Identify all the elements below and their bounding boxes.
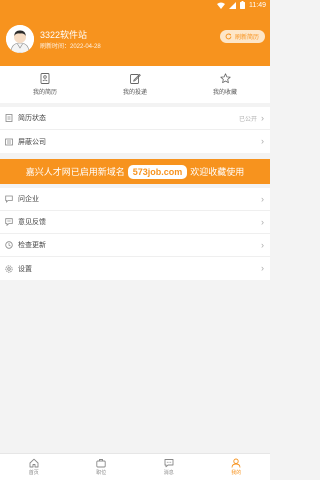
chevron-right-icon: › (261, 193, 264, 204)
user-name: 3322软件站 (40, 30, 88, 40)
row-resume-status[interactable]: 简历状态 已公开 › (0, 107, 270, 130)
row-check-update[interactable]: 检查更新 › (0, 234, 270, 257)
chevron-right-icon: › (261, 216, 264, 227)
chevron-right-icon: › (261, 239, 264, 250)
quick-link-applications-label: 我的投递 (122, 90, 147, 96)
refresh-icon (225, 33, 232, 40)
resume-status-value: 已公开 (238, 116, 257, 123)
quick-link-applications[interactable]: 我的投递 (90, 66, 180, 103)
chevron-right-icon: › (261, 112, 264, 123)
battery-icon (240, 1, 245, 9)
avatar[interactable] (6, 25, 34, 53)
tab-mine-label: 我的 (231, 470, 242, 476)
quick-link-resume[interactable]: 我的简历 (0, 66, 90, 103)
tab-home-label: 首页 (28, 470, 39, 476)
user-icon (231, 458, 241, 468)
avatar-image (6, 25, 34, 53)
status-bar: 11:49 (0, 0, 270, 12)
chat-icon (5, 195, 13, 203)
status-time: 11:49 (249, 1, 266, 9)
banner-domain: 573job.com (127, 164, 188, 179)
tab-messages-label: 消息 (163, 470, 174, 476)
quick-link-favorites[interactable]: 我的收藏 (180, 66, 270, 103)
row-check-update-label: 检查更新 (18, 242, 46, 249)
edit-icon (129, 73, 141, 84)
banner-prefix: 嘉兴人才网已启用新域名 (25, 167, 125, 177)
row-ask-company-label: 问企业 (18, 196, 39, 203)
signal-icon (229, 1, 236, 9)
quick-links: 我的简历 我的投递 我的收藏 (0, 66, 270, 103)
resume-icon (40, 73, 50, 84)
briefcase-icon (96, 459, 106, 468)
update-icon (5, 241, 13, 249)
tab-home[interactable]: 首页 (0, 454, 68, 480)
refresh-resume-label: 刷新简历 (234, 35, 259, 41)
status-icons: 11:49 (217, 1, 266, 9)
row-ask-company[interactable]: 问企业 › (0, 188, 270, 211)
settings-icon (5, 264, 13, 273)
feedback-icon (5, 218, 13, 226)
row-feedback[interactable]: 意见反馈 › (0, 211, 270, 234)
refresh-time: 刷新时间：2022-04-28 (40, 44, 101, 50)
more-settings-list: 问企业 › 意见反馈 › 检查更新 › 设置 › (0, 188, 270, 280)
row-block-company-label: 屏蔽公司 (18, 138, 46, 146)
block-icon (5, 138, 13, 146)
home-icon (29, 458, 39, 468)
row-settings[interactable]: 设置 › (0, 257, 270, 280)
tab-jobs-label: 职位 (96, 470, 107, 476)
refresh-resume-button[interactable]: 刷新简历 (219, 30, 265, 43)
message-icon (164, 459, 174, 468)
row-block-company[interactable]: 屏蔽公司 › (0, 130, 270, 153)
quick-link-favorites-label: 我的收藏 (212, 90, 237, 96)
tab-messages[interactable]: 消息 (135, 454, 203, 480)
row-resume-status-label: 简历状态 (18, 115, 46, 122)
row-feedback-label: 意见反馈 (18, 219, 46, 226)
banner-suffix: 欢迎收藏使用 (190, 167, 245, 177)
tab-mine[interactable]: 我的 (203, 454, 271, 480)
quick-link-resume-label: 我的简历 (32, 90, 57, 96)
tab-jobs[interactable]: 职位 (68, 454, 136, 480)
wifi-icon (217, 2, 225, 9)
resume-settings-list: 简历状态 已公开 › 屏蔽公司 › (0, 107, 270, 153)
chevron-right-icon: › (261, 263, 264, 273)
profile-header: 3322软件站 刷新时间：2022-04-28 刷新简历 (0, 12, 270, 66)
doc-icon (5, 114, 13, 122)
star-icon (219, 73, 231, 84)
bottom-tab-bar: 首页 职位 消息 我的 (0, 453, 270, 480)
chevron-right-icon: › (261, 136, 264, 146)
row-settings-label: 设置 (18, 265, 32, 273)
domain-banner[interactable]: 嘉兴人才网已启用新域名 573job.com 欢迎收藏使用 (0, 159, 270, 184)
